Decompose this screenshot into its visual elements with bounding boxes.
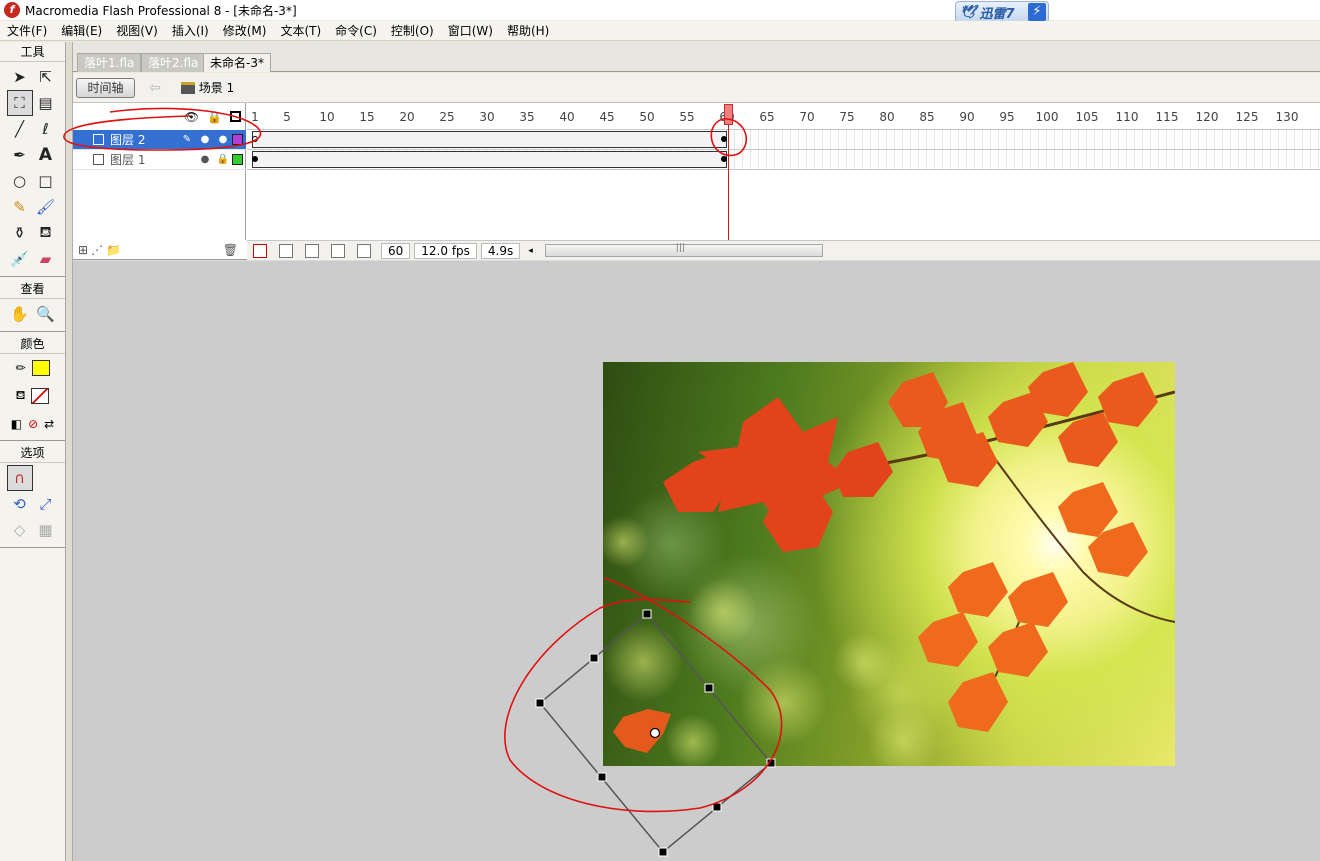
red-circle-layer (63, 107, 262, 151)
transform-handle[interactable] (597, 772, 607, 782)
annotation-overlay (63, 107, 783, 857)
transform-handle[interactable] (704, 683, 714, 693)
red-circle-frame (710, 118, 748, 157)
transform-handle[interactable] (589, 653, 599, 663)
transform-handle[interactable] (642, 609, 652, 619)
transform-pivot[interactable] (649, 727, 661, 739)
transform-handle[interactable] (535, 698, 545, 708)
transform-handle[interactable] (658, 847, 668, 857)
